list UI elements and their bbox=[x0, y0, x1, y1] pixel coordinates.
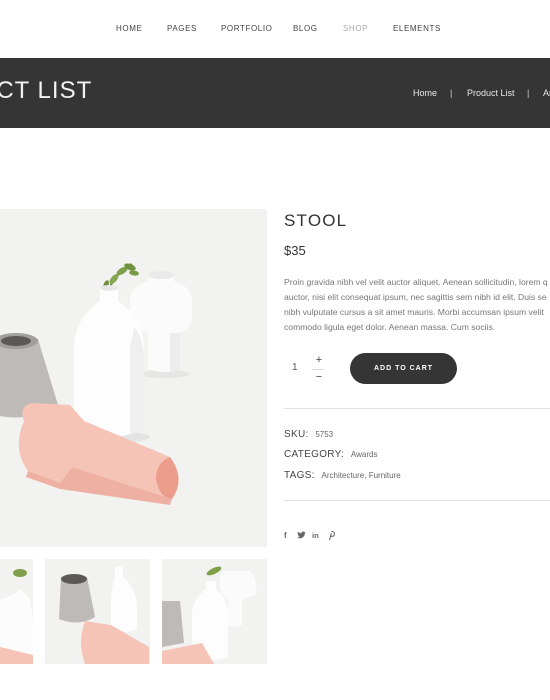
description-line: nibh vulputate cursus a sit amet mauris.… bbox=[284, 307, 544, 317]
description-line: commodo ligula eget dolor. Aenean massa.… bbox=[284, 322, 496, 332]
tag-link[interactable]: Furniture bbox=[369, 471, 401, 480]
tag-link[interactable]: Architecture bbox=[322, 471, 365, 480]
product-name: STOOL bbox=[284, 211, 348, 230]
sku-row: SKU: 5753 bbox=[284, 429, 333, 440]
product-main-image[interactable] bbox=[0, 209, 267, 547]
vase-photo bbox=[0, 209, 267, 547]
product-thumbnail-1[interactable] bbox=[0, 559, 33, 664]
quantity-plus-button[interactable]: + bbox=[312, 353, 326, 368]
thumbnail-image bbox=[162, 559, 267, 664]
product-thumbnail-3[interactable] bbox=[162, 559, 267, 664]
product-thumbnail-2[interactable] bbox=[45, 559, 150, 664]
thumbnail-image bbox=[45, 559, 150, 664]
nav-item-elements[interactable]: ELEMENTS bbox=[393, 24, 441, 33]
product-description: Proin gravida nibh vel velit auctor aliq… bbox=[284, 275, 550, 335]
category-link[interactable]: Awards bbox=[351, 450, 378, 459]
breadcrumb-separator: | bbox=[450, 88, 453, 98]
pinterest-icon[interactable] bbox=[328, 531, 335, 542]
tags-label: TAGS: bbox=[284, 470, 315, 481]
quantity-value[interactable]: 1 bbox=[292, 362, 298, 373]
breadcrumb-next[interactable]: Ar bbox=[543, 88, 550, 98]
product-price: $35 bbox=[284, 243, 306, 258]
linkedin-icon[interactable]: in bbox=[312, 531, 319, 540]
tags-row: TAGS: Architecture, Furniture bbox=[284, 470, 401, 481]
nav-item-blog[interactable]: BLOG bbox=[293, 24, 318, 33]
page-title: UCT LIST bbox=[0, 77, 93, 104]
nav-item-portfolio[interactable]: PORTFOLIO bbox=[221, 24, 272, 33]
breadcrumb-product-list[interactable]: Product List bbox=[467, 88, 515, 98]
main-navigation: HOME PAGES PORTFOLIO BLOG SHOP ELEMENTS bbox=[0, 0, 550, 58]
add-to-cart-button[interactable]: ADD TO CART bbox=[350, 353, 457, 384]
divider bbox=[284, 500, 550, 501]
breadcrumb-separator: | bbox=[527, 88, 530, 98]
pinterest-p-shape bbox=[329, 531, 335, 541]
description-line: Proin gravida nibh vel velit auctor aliq… bbox=[284, 277, 548, 287]
facebook-icon[interactable]: f bbox=[284, 531, 287, 540]
category-label: CATEGORY: bbox=[284, 449, 345, 460]
quantity-stepper[interactable]: 1 + − bbox=[284, 353, 326, 385]
nav-item-home[interactable]: HOME bbox=[116, 24, 142, 33]
twitter-icon[interactable] bbox=[297, 531, 306, 541]
quantity-minus-button[interactable]: − bbox=[312, 370, 326, 385]
category-row: CATEGORY: Awards bbox=[284, 449, 377, 460]
description-line: auctor, nisi elit consequat ipsum, nec s… bbox=[284, 292, 547, 302]
sku-label: SKU: bbox=[284, 429, 309, 440]
tags-list: Architecture, Furniture bbox=[322, 471, 401, 480]
nav-item-shop[interactable]: SHOP bbox=[343, 24, 368, 33]
thumbnail-image bbox=[0, 559, 33, 664]
nav-item-pages[interactable]: PAGES bbox=[167, 24, 197, 33]
breadcrumb-home[interactable]: Home bbox=[413, 88, 437, 98]
sku-value: 5753 bbox=[315, 430, 334, 439]
twitter-bird-shape bbox=[297, 531, 306, 539]
divider bbox=[284, 408, 550, 409]
page-title-bar: UCT LIST Home | Product List | Ar bbox=[0, 58, 550, 128]
